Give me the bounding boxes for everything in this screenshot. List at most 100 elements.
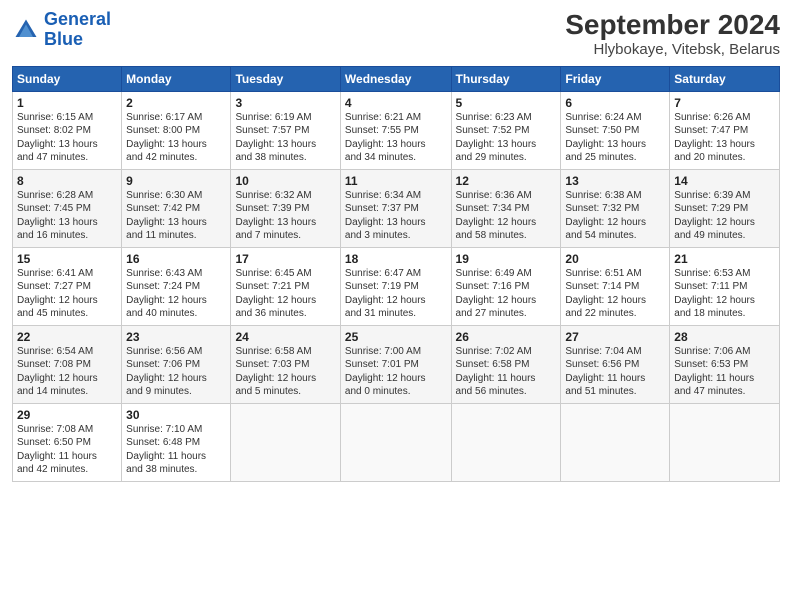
col-header-saturday: Saturday [670,66,780,91]
logo: General Blue [12,10,111,50]
logo-text: General Blue [44,10,111,50]
day-number: 29 [17,408,117,422]
day-info: Sunrise: 6:19 AMSunset: 7:57 PMDaylight:… [235,111,335,165]
day-number: 1 [17,96,117,110]
calendar-cell [561,403,670,481]
day-number: 16 [126,252,226,266]
calendar-cell: 29Sunrise: 7:08 AMSunset: 6:50 PMDayligh… [13,403,122,481]
day-number: 6 [565,96,665,110]
calendar-week-row: 29Sunrise: 7:08 AMSunset: 6:50 PMDayligh… [13,403,780,481]
calendar-cell: 22Sunrise: 6:54 AMSunset: 7:08 PMDayligh… [13,325,122,403]
day-number: 27 [565,330,665,344]
calendar-cell [231,403,340,481]
calendar-cell: 13Sunrise: 6:38 AMSunset: 7:32 PMDayligh… [561,169,670,247]
day-number: 10 [235,174,335,188]
day-number: 2 [126,96,226,110]
calendar-cell [451,403,561,481]
day-info: Sunrise: 6:17 AMSunset: 8:00 PMDaylight:… [126,111,226,165]
calendar-cell: 8Sunrise: 6:28 AMSunset: 7:45 PMDaylight… [13,169,122,247]
calendar-cell: 7Sunrise: 6:26 AMSunset: 7:47 PMDaylight… [670,91,780,169]
day-info: Sunrise: 6:30 AMSunset: 7:42 PMDaylight:… [126,189,226,243]
day-number: 24 [235,330,335,344]
day-info: Sunrise: 7:06 AMSunset: 6:53 PMDaylight:… [674,345,775,399]
day-info: Sunrise: 6:56 AMSunset: 7:06 PMDaylight:… [126,345,226,399]
day-number: 30 [126,408,226,422]
calendar-week-row: 15Sunrise: 6:41 AMSunset: 7:27 PMDayligh… [13,247,780,325]
calendar-subtitle: Hlybokaye, Vitebsk, Belarus [565,41,780,58]
day-number: 17 [235,252,335,266]
day-info: Sunrise: 6:28 AMSunset: 7:45 PMDaylight:… [17,189,117,243]
day-number: 28 [674,330,775,344]
calendar-cell: 28Sunrise: 7:06 AMSunset: 6:53 PMDayligh… [670,325,780,403]
calendar-cell: 24Sunrise: 6:58 AMSunset: 7:03 PMDayligh… [231,325,340,403]
day-info: Sunrise: 6:34 AMSunset: 7:37 PMDaylight:… [345,189,447,243]
day-info: Sunrise: 6:41 AMSunset: 7:27 PMDaylight:… [17,267,117,321]
day-info: Sunrise: 7:00 AMSunset: 7:01 PMDaylight:… [345,345,447,399]
day-info: Sunrise: 6:43 AMSunset: 7:24 PMDaylight:… [126,267,226,321]
day-info: Sunrise: 7:08 AMSunset: 6:50 PMDaylight:… [17,423,117,477]
calendar-cell: 23Sunrise: 6:56 AMSunset: 7:06 PMDayligh… [122,325,231,403]
col-header-sunday: Sunday [13,66,122,91]
calendar-cell [340,403,451,481]
calendar-cell: 16Sunrise: 6:43 AMSunset: 7:24 PMDayligh… [122,247,231,325]
col-header-tuesday: Tuesday [231,66,340,91]
day-info: Sunrise: 6:45 AMSunset: 7:21 PMDaylight:… [235,267,335,321]
calendar-cell: 15Sunrise: 6:41 AMSunset: 7:27 PMDayligh… [13,247,122,325]
calendar-cell: 27Sunrise: 7:04 AMSunset: 6:56 PMDayligh… [561,325,670,403]
day-number: 8 [17,174,117,188]
day-number: 14 [674,174,775,188]
day-info: Sunrise: 6:47 AMSunset: 7:19 PMDaylight:… [345,267,447,321]
calendar-table: SundayMondayTuesdayWednesdayThursdayFrid… [12,66,780,482]
calendar-cell: 1Sunrise: 6:15 AMSunset: 8:02 PMDaylight… [13,91,122,169]
calendar-cell: 14Sunrise: 6:39 AMSunset: 7:29 PMDayligh… [670,169,780,247]
day-number: 21 [674,252,775,266]
day-number: 12 [456,174,557,188]
logo-line2: Blue [44,29,83,49]
day-info: Sunrise: 6:38 AMSunset: 7:32 PMDaylight:… [565,189,665,243]
calendar-cell: 17Sunrise: 6:45 AMSunset: 7:21 PMDayligh… [231,247,340,325]
day-info: Sunrise: 6:36 AMSunset: 7:34 PMDaylight:… [456,189,557,243]
day-info: Sunrise: 7:02 AMSunset: 6:58 PMDaylight:… [456,345,557,399]
calendar-week-row: 1Sunrise: 6:15 AMSunset: 8:02 PMDaylight… [13,91,780,169]
day-number: 25 [345,330,447,344]
calendar-cell: 2Sunrise: 6:17 AMSunset: 8:00 PMDaylight… [122,91,231,169]
calendar-cell: 26Sunrise: 7:02 AMSunset: 6:58 PMDayligh… [451,325,561,403]
calendar-cell: 10Sunrise: 6:32 AMSunset: 7:39 PMDayligh… [231,169,340,247]
calendar-header-row: SundayMondayTuesdayWednesdayThursdayFrid… [13,66,780,91]
day-info: Sunrise: 7:10 AMSunset: 6:48 PMDaylight:… [126,423,226,477]
day-info: Sunrise: 6:26 AMSunset: 7:47 PMDaylight:… [674,111,775,165]
calendar-title: September 2024 [565,10,780,41]
calendar-cell [670,403,780,481]
calendar-cell: 5Sunrise: 6:23 AMSunset: 7:52 PMDaylight… [451,91,561,169]
col-header-thursday: Thursday [451,66,561,91]
day-number: 7 [674,96,775,110]
day-info: Sunrise: 6:54 AMSunset: 7:08 PMDaylight:… [17,345,117,399]
day-number: 19 [456,252,557,266]
calendar-cell: 9Sunrise: 6:30 AMSunset: 7:42 PMDaylight… [122,169,231,247]
calendar-cell: 12Sunrise: 6:36 AMSunset: 7:34 PMDayligh… [451,169,561,247]
title-block: September 2024 Hlybokaye, Vitebsk, Belar… [565,10,780,58]
col-header-monday: Monday [122,66,231,91]
day-number: 22 [17,330,117,344]
day-info: Sunrise: 6:39 AMSunset: 7:29 PMDaylight:… [674,189,775,243]
logo-icon [12,16,40,44]
logo-line1: General [44,9,111,29]
calendar-week-row: 8Sunrise: 6:28 AMSunset: 7:45 PMDaylight… [13,169,780,247]
calendar-cell: 18Sunrise: 6:47 AMSunset: 7:19 PMDayligh… [340,247,451,325]
calendar-cell: 25Sunrise: 7:00 AMSunset: 7:01 PMDayligh… [340,325,451,403]
day-number: 13 [565,174,665,188]
col-header-friday: Friday [561,66,670,91]
page-container: General Blue September 2024 Hlybokaye, V… [0,0,792,490]
day-number: 26 [456,330,557,344]
calendar-cell: 21Sunrise: 6:53 AMSunset: 7:11 PMDayligh… [670,247,780,325]
day-info: Sunrise: 6:24 AMSunset: 7:50 PMDaylight:… [565,111,665,165]
day-number: 20 [565,252,665,266]
day-number: 18 [345,252,447,266]
day-info: Sunrise: 6:23 AMSunset: 7:52 PMDaylight:… [456,111,557,165]
calendar-cell: 20Sunrise: 6:51 AMSunset: 7:14 PMDayligh… [561,247,670,325]
calendar-week-row: 22Sunrise: 6:54 AMSunset: 7:08 PMDayligh… [13,325,780,403]
day-info: Sunrise: 6:58 AMSunset: 7:03 PMDaylight:… [235,345,335,399]
day-number: 11 [345,174,447,188]
day-number: 3 [235,96,335,110]
calendar-cell: 30Sunrise: 7:10 AMSunset: 6:48 PMDayligh… [122,403,231,481]
